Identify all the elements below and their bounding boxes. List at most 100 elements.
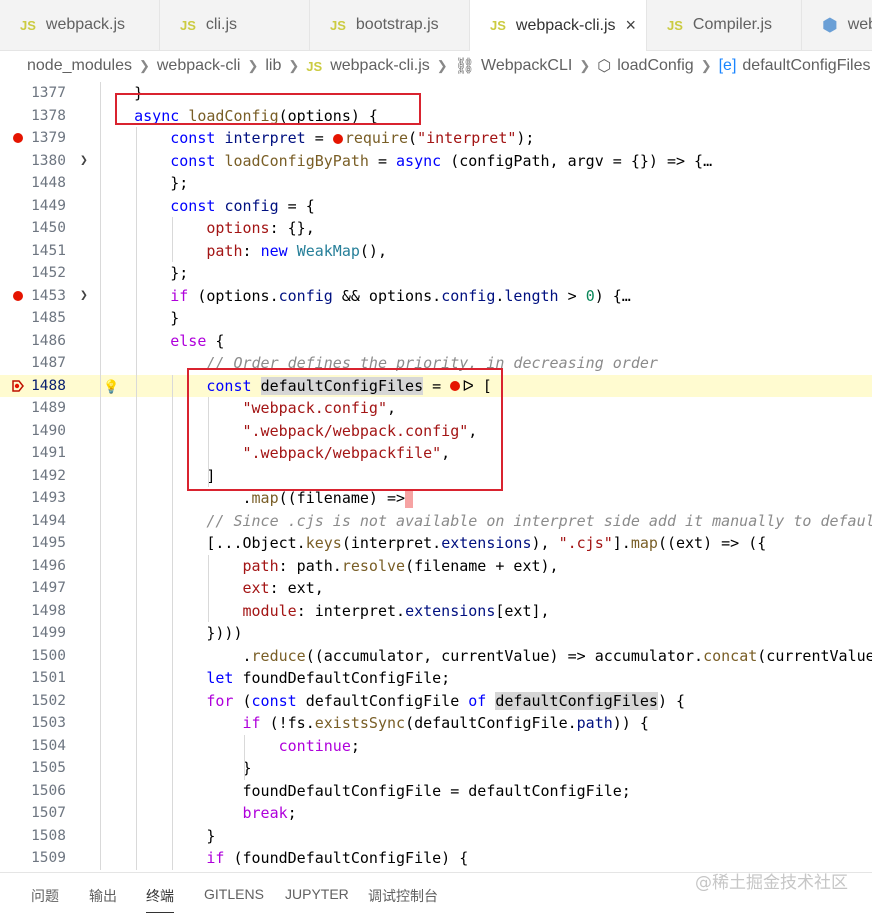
line-number: 1498 <box>31 602 66 619</box>
code-line[interactable]: 1495 [...Object.keys(interpret.extension… <box>0 532 872 555</box>
code-text: path: path.resolve(filename + ext), <box>98 555 558 578</box>
code-line[interactable]: 1506 foundDefaultConfigFile = defaultCon… <box>0 780 872 803</box>
code-line[interactable]: 1494 // Since .cjs is not available on i… <box>0 510 872 533</box>
breakpoint-icon[interactable] <box>13 290 23 301</box>
inline-breakpoint-icon[interactable] <box>332 133 343 144</box>
code-token: [ext], <box>495 601 550 620</box>
code-line[interactable]: 1496 path: path.resolve(filename + ext), <box>0 555 872 578</box>
fold-chevron-icon[interactable]: ❯ <box>80 150 88 173</box>
code-text: [...Object.keys(interpret.extensions), "… <box>98 532 766 555</box>
line-number: 1487 <box>31 355 66 371</box>
breadcrumb-item[interactable]: node_modules <box>27 57 132 75</box>
code-line[interactable]: 1499 }))) <box>0 622 872 645</box>
code-text: if (options.config && options.config.len… <box>98 285 631 308</box>
code-line[interactable]: 1507 break; <box>0 802 872 825</box>
close-icon[interactable]: × <box>626 15 637 36</box>
code-token: map <box>251 489 279 507</box>
code-token: keys <box>305 534 342 552</box>
code-line[interactable]: 1504 continue; <box>0 735 872 758</box>
code-line[interactable]: 1448 }; <box>0 172 872 195</box>
watermark: @稀土掘金技术社区 <box>695 873 848 893</box>
code-line[interactable]: 1497 ext: ext, <box>0 577 872 600</box>
code-line[interactable]: 1503 if (!fs.existsSync(defaultConfigFil… <box>0 712 872 735</box>
code-text: .reduce((accumulator, currentValue) => a… <box>98 645 872 668</box>
current-breakpoint-icon[interactable] <box>12 379 24 392</box>
code-token: { <box>206 331 225 350</box>
breadcrumb-item[interactable]: lib <box>265 57 281 75</box>
code-token: }; <box>98 264 189 282</box>
code-token: defaultConfigFile <box>305 691 469 710</box>
code-line[interactable]: 1449 const config = { <box>0 195 872 218</box>
code-text: // Since .cjs is not available on interp… <box>98 510 872 533</box>
tab-webpack-js[interactable]: JS webpack.js <box>0 0 160 50</box>
line-number: 1508 <box>31 827 66 844</box>
code-line[interactable]: 1505 } <box>0 757 872 780</box>
code-token: ( <box>408 129 418 147</box>
code-line[interactable]: 1498 module: interpret.extensions[ext], <box>0 600 872 623</box>
code-token: "interpret" <box>417 129 517 147</box>
code-line[interactable]: 1502 for (const defaultConfigFile of def… <box>0 690 872 713</box>
chevron-right-icon: ❯ <box>436 58 448 73</box>
code-text: const interpret = require("interpret"); <box>98 127 534 150</box>
code-line[interactable]: 1453 ❯ if (options.config && options.conf… <box>0 285 872 308</box>
code-token: config <box>278 286 333 305</box>
code-line[interactable]: 1508 } <box>0 825 872 848</box>
code-token: ); <box>516 129 535 147</box>
breakpoint-icon[interactable] <box>13 133 23 143</box>
line-number: 1490 <box>31 422 66 439</box>
code-line[interactable]: 1452 }; <box>0 262 872 285</box>
tab-compiler-js[interactable]: JS Compiler.js <box>647 0 802 50</box>
code-text: foundDefaultConfigFile = defaultConfigFi… <box>98 780 630 803</box>
chevron-right-icon: ❯ <box>288 58 300 73</box>
code-line[interactable]: 1486 else { <box>0 330 872 353</box>
breadcrumb-item[interactable]: webpack-cli <box>157 57 241 75</box>
code-text: for (const defaultConfigFile of defaultC… <box>98 690 685 713</box>
panel-tab-debug-console[interactable]: 调试控制台 <box>368 886 438 906</box>
code-token: ext <box>98 579 270 597</box>
line-number: 1504 <box>31 737 66 754</box>
line-number: 1502 <box>31 692 66 709</box>
line-number: 1494 <box>31 512 66 529</box>
tab-webpack-cli-js[interactable]: JS webpack-cli.js × <box>470 0 647 51</box>
tab-bootstrap-js[interactable]: JS bootstrap.js <box>310 0 470 50</box>
indent-guide <box>136 127 137 870</box>
code-token: const <box>98 129 225 147</box>
panel-tab-jupyter[interactable]: JUPYTER <box>285 886 349 902</box>
code-token: length <box>504 286 559 305</box>
code-token: async <box>396 151 442 170</box>
code-line[interactable]: 1509 if (foundDefaultConfigFile) { <box>0 847 872 870</box>
code-line[interactable]: 1380 ❯ const loadConfigByPath = async (co… <box>0 150 872 173</box>
code-token: (configPath, argv = {}) => {… <box>441 151 713 170</box>
tab-cli-js[interactable]: JS cli.js <box>160 0 310 50</box>
breadcrumb-item[interactable]: defaultConfigFiles <box>742 57 870 75</box>
code-line[interactable]: 1485 } <box>0 307 872 330</box>
js-file-icon: JS <box>306 58 323 74</box>
code-line[interactable]: 1501 let foundDefaultConfigFile; <box>0 667 872 690</box>
line-number: 1485 <box>31 310 66 326</box>
line-number: 1452 <box>31 265 66 281</box>
code-token: ((filename) => <box>278 489 406 507</box>
code-token: } <box>98 309 180 327</box>
code-token: new <box>260 241 297 260</box>
code-token: // Since .cjs is not available on interp… <box>98 511 872 530</box>
code-line[interactable]: 1450 options: {}, <box>0 217 872 240</box>
tab-webpack-config[interactable]: ⬢ webp <box>802 0 872 50</box>
panel-tab-terminal[interactable]: 终端 <box>146 886 174 913</box>
code-token: path <box>576 714 613 732</box>
panel-tab-output[interactable]: 输出 <box>89 886 117 906</box>
panel-tab-problems[interactable]: 问题 <box>31 886 59 906</box>
code-token: (currentValue) <box>757 646 872 665</box>
hexagon-file-icon: ⬢ <box>822 14 838 35</box>
breadcrumb-item[interactable]: WebpackCLI <box>481 57 572 75</box>
breadcrumb-item[interactable]: webpack-cli.js <box>330 57 430 75</box>
breadcrumb-item[interactable]: loadConfig <box>617 57 694 75</box>
js-file-icon: JS <box>330 17 346 33</box>
panel-tab-gitlens[interactable]: GITLENS <box>204 886 264 902</box>
code-line[interactable]: 1500 .reduce((accumulator, currentValue)… <box>0 645 872 668</box>
code-line[interactable]: 1451 path: new WeakMap(), <box>0 240 872 263</box>
line-number: 1486 <box>31 332 66 349</box>
code-line[interactable]: 1379 const interpret = require("interpre… <box>0 127 872 150</box>
fold-chevron-icon[interactable]: ❯ <box>80 285 88 308</box>
indent-guide <box>208 554 209 622</box>
line-number: 1495 <box>31 535 66 551</box>
